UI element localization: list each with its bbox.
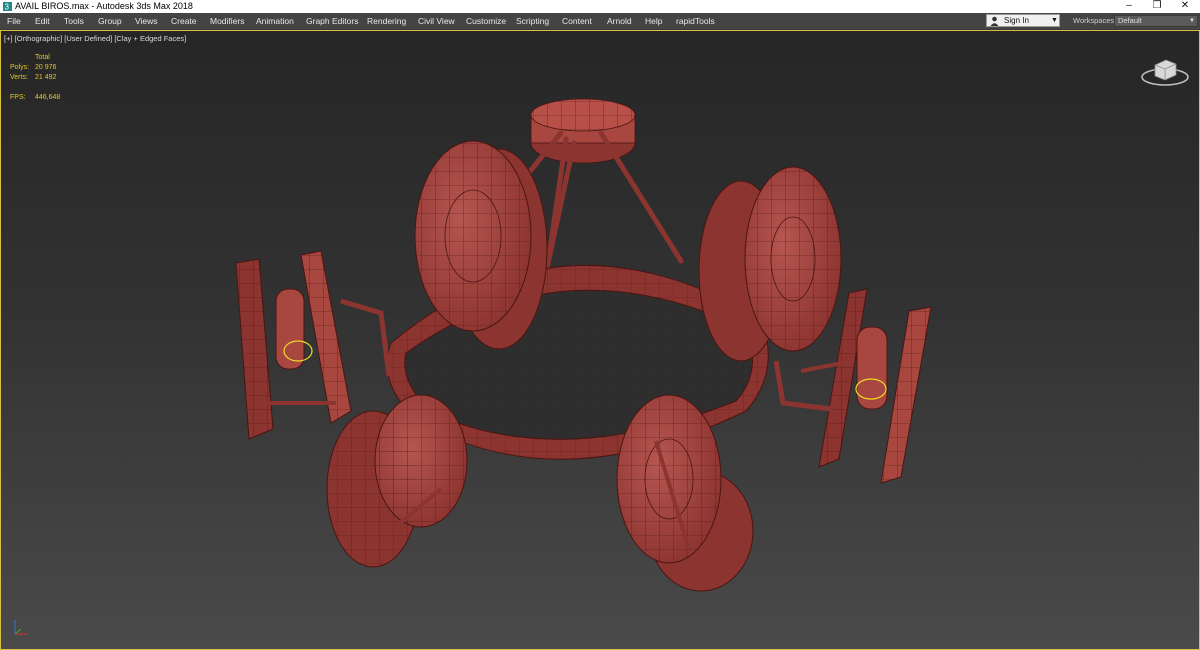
3ds-max-icon: 3 bbox=[3, 2, 12, 11]
menu-graph-editors[interactable]: Graph Editors bbox=[306, 13, 358, 29]
workspaces-dropdown[interactable]: Default ▼ bbox=[1114, 15, 1198, 27]
viewport-shading-menu[interactable]: [Clay + Edged Faces] bbox=[114, 34, 186, 43]
menu-customize[interactable]: Customize bbox=[466, 13, 506, 29]
menu-modifiers[interactable]: Modifiers bbox=[210, 13, 244, 29]
menu-views[interactable]: Views bbox=[135, 13, 158, 29]
menu-scripting[interactable]: Scripting bbox=[516, 13, 549, 29]
verts-label: Verts: bbox=[10, 74, 28, 81]
menu-create[interactable]: Create bbox=[171, 13, 197, 29]
menu-content[interactable]: Content bbox=[562, 13, 592, 29]
sign-in-button[interactable]: Sign In ▼ bbox=[986, 14, 1060, 27]
perspective-viewport[interactable]: [+] [Orthographic] [User Defined] [Clay … bbox=[0, 30, 1200, 650]
close-button[interactable]: ✕ bbox=[1169, 0, 1200, 13]
verts-value: 21 492 bbox=[35, 74, 57, 81]
svg-text:3: 3 bbox=[5, 3, 10, 12]
viewport-plus-menu[interactable]: [+] bbox=[4, 34, 13, 43]
menu-rapidtools[interactable]: rapidTools bbox=[676, 13, 715, 29]
sconce-left bbox=[235, 250, 392, 440]
workspaces-label: Workspaces: bbox=[1073, 16, 1117, 25]
polys-value: 20 976 bbox=[35, 64, 57, 71]
stats-header: Total bbox=[35, 54, 50, 61]
lamp-dish-lower-left bbox=[326, 394, 468, 568]
viewport-view-menu[interactable]: [Orthographic] bbox=[15, 34, 63, 43]
title-bar: 3 AVAIL BIROS.max - Autodesk 3ds Max 201… bbox=[0, 0, 1200, 13]
menu-tools[interactable]: Tools bbox=[64, 13, 84, 29]
chandelier-model bbox=[235, 98, 932, 592]
lamp-dish-upper-right bbox=[698, 166, 842, 362]
menu-help[interactable]: Help bbox=[645, 13, 662, 29]
app-window: 3 AVAIL BIROS.max - Autodesk 3ds Max 201… bbox=[0, 0, 1200, 650]
viewport-label: [+] [Orthographic] [User Defined] [Clay … bbox=[4, 34, 186, 43]
viewport-style-menu[interactable]: [User Defined] bbox=[64, 34, 112, 43]
menu-animation[interactable]: Animation bbox=[256, 13, 294, 29]
lamp-dish-lower-right bbox=[616, 394, 754, 592]
fps-value: 446,648 bbox=[35, 94, 61, 101]
menu-file[interactable]: File bbox=[7, 13, 21, 29]
fps-label: FPS: bbox=[10, 94, 26, 101]
chevron-down-icon: ▼ bbox=[1189, 18, 1195, 24]
viewcube-icon[interactable] bbox=[1139, 51, 1191, 89]
menu-edit[interactable]: Edit bbox=[35, 13, 50, 29]
workspaces-value: Default bbox=[1118, 16, 1142, 25]
menu-rendering[interactable]: Rendering bbox=[367, 13, 406, 29]
menu-group[interactable]: Group bbox=[98, 13, 122, 29]
menu-civil-view[interactable]: Civil View bbox=[418, 13, 455, 29]
window-title: AVAIL BIROS.max - Autodesk 3ds Max 2018 bbox=[15, 1, 193, 11]
chevron-down-icon: ▼ bbox=[1051, 17, 1058, 24]
polys-label: Polys: bbox=[10, 64, 30, 71]
user-icon bbox=[990, 16, 999, 26]
menu-arnold[interactable]: Arnold bbox=[607, 13, 632, 29]
axis-tripod-icon bbox=[14, 620, 27, 635]
sign-in-label: Sign In bbox=[1004, 16, 1029, 25]
